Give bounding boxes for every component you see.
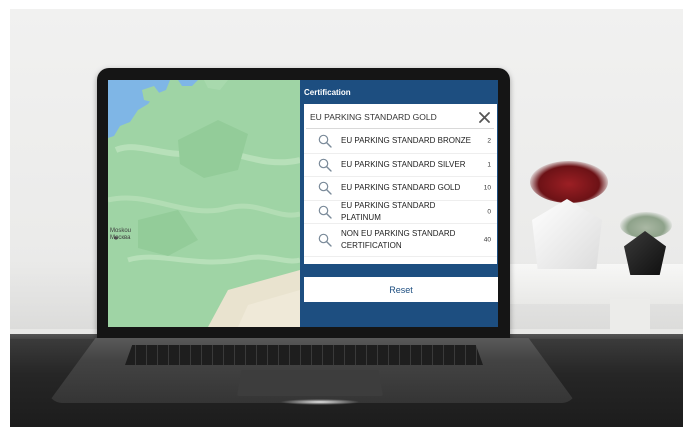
laptop-keyboard: [125, 345, 483, 365]
map-city-label: Moskou: [110, 228, 132, 234]
list-item[interactable]: EU PARKING STANDARD SILVER 1: [304, 154, 497, 177]
option-label: EU PARKING STANDARD BRONZE: [341, 136, 471, 146]
laptop-screen: Moskou Москва Certification EU PARKING S…: [108, 80, 498, 327]
red-flower: [530, 161, 608, 203]
laptop-front-reflection: [280, 399, 360, 405]
certification-dropdown: EU PARKING STANDARD BRONZE 2 EU PARKING …: [304, 104, 497, 264]
panel-title: Certification: [304, 88, 351, 97]
list-item[interactable]: EU PARKING STANDARD BRONZE 2: [304, 130, 497, 154]
option-count: 40: [483, 236, 491, 244]
search-icon: [318, 205, 332, 219]
search-icon: [318, 134, 332, 148]
map-graphic: [108, 80, 300, 327]
list-item[interactable]: NON EU PARKING STANDARD CERTIFICATION 40: [304, 224, 497, 257]
option-label: NON EU PARKING STANDARD CERTIFICATION: [341, 229, 456, 250]
list-item[interactable]: EU PARKING STANDARD GOLD 10: [304, 177, 497, 201]
option-count: 10: [483, 184, 491, 192]
map-city-label-cyrillic: Москва: [110, 235, 131, 241]
option-label: EU PARKING STANDARD PLATINUM: [341, 200, 436, 222]
option-count: 0: [487, 208, 491, 216]
filter-panel: Certification EU PARKING STANDARD BRONZE: [300, 80, 498, 327]
laptop-touchpad: [237, 370, 383, 396]
search-icon: [318, 233, 332, 247]
reset-button[interactable]: Reset: [304, 277, 498, 302]
search-input[interactable]: [310, 109, 460, 125]
option-label: EU PARKING STANDARD GOLD: [341, 183, 461, 193]
clear-button[interactable]: [476, 109, 492, 125]
option-count: 1: [487, 161, 491, 169]
option-count: 2: [487, 137, 491, 145]
list-item[interactable]: EU PARKING STANDARD PLATINUM 0: [304, 200, 497, 224]
search-box: [306, 106, 494, 129]
search-icon: [318, 181, 332, 195]
option-label: EU PARKING STANDARD SILVER: [341, 159, 466, 169]
search-icon: [318, 158, 332, 172]
white-vase: [532, 199, 602, 269]
map-view[interactable]: Moskou Москва: [108, 80, 300, 327]
black-vase: [624, 231, 666, 275]
close-icon: [478, 111, 490, 123]
options-list: EU PARKING STANDARD BRONZE 2 EU PARKING …: [304, 130, 497, 257]
